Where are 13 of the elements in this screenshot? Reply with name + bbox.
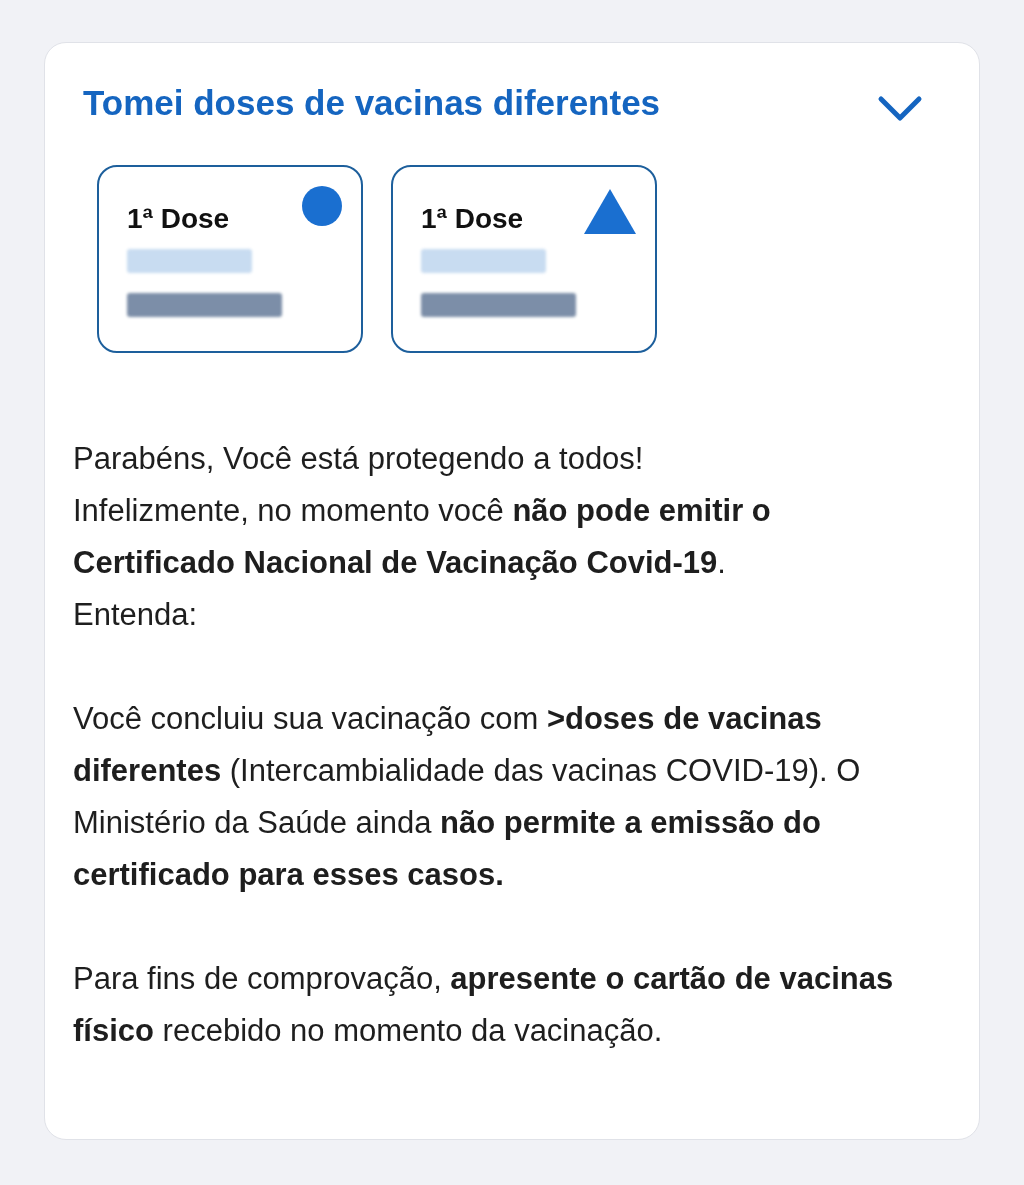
circle-icon: [301, 185, 343, 227]
dose-label: 1ª Dose: [421, 203, 524, 235]
message-text: Para fins de comprovação, apresente o cartão de vacinas físico recebido no momento da vacinação.: [73, 960, 895, 1050]
dose-label: 1ª Dose: [127, 203, 230, 235]
message-text: Parabéns, Você está protegendo a todos!: [73, 440, 645, 478]
message-text: Entenda:: [73, 596, 199, 634]
triangle-icon: [583, 187, 637, 235]
section-title: Tomei doses de vacinas diferentes: [83, 83, 661, 123]
message-text: Infelizmente, no momento você não pode emitir o Certificado Nacional de Vacinação Covid-19.: [73, 492, 772, 582]
chevron-down-icon[interactable]: [877, 95, 923, 123]
dose-card[interactable]: 1ª Dose: [391, 165, 657, 353]
message-text: Você concluiu sua vacinação com >doses de vacinas diferentes (Intercambialidade das vacinas COVID-19). O Ministério da Saúde ainda não permite a emissão do certificado para esses casos.: [73, 700, 862, 894]
dose-card[interactable]: 1ª Dose: [97, 165, 363, 353]
